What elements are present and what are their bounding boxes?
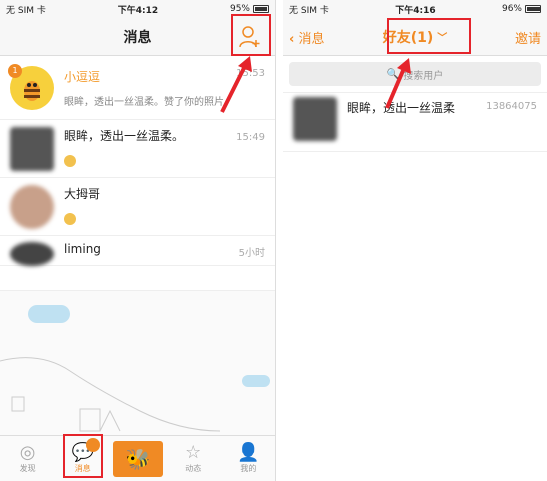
tab-label: 我的: [240, 464, 257, 473]
carrier-label: 无 SIM 卡: [6, 5, 46, 16]
battery-icon: [524, 4, 541, 13]
status-time: 下午4:12: [117, 5, 159, 16]
battery-icon: [252, 4, 269, 13]
tab-label: 动态: [185, 464, 202, 473]
bee-icon: 🐝: [113, 440, 163, 477]
background-illustration: [0, 290, 275, 435]
arrow-annotation: [220, 56, 252, 113]
star-icon: ☆: [185, 442, 202, 463]
tab-moments[interactable]: ☆ 动态: [166, 436, 221, 481]
avatar: [10, 242, 54, 266]
emoji-icon: [64, 210, 275, 229]
status-time: 下午4:16: [395, 5, 436, 16]
friends-screen: 无 SIM 卡 下午4:16 96% ‹ 消息 好友(1) ﹀ 邀请 🔍 搜索用…: [283, 0, 547, 481]
battery-indicator: 95%: [230, 4, 269, 14]
tab-label: 发现: [19, 464, 36, 473]
tab-bar: ◎ 发现 💬 消息 1 🐝 ☆ 动态 👤 我的: [0, 434, 275, 481]
battery-indicator: 96%: [502, 4, 541, 14]
tab-center[interactable]: 🐝: [110, 436, 165, 481]
tab-discover[interactable]: ◎ 发现: [0, 436, 55, 481]
tab-messages[interactable]: 💬 消息 1: [55, 434, 110, 481]
tab-me[interactable]: 👤 我的: [221, 436, 275, 481]
conversation-time: 5小时: [238, 248, 265, 259]
battery-label: 95%: [229, 4, 250, 14]
arrow-annotation: [385, 58, 411, 109]
carrier-label: 无 SIM 卡: [289, 5, 329, 16]
street-sketch: [0, 357, 221, 432]
conversation-item[interactable]: 大拇哥: [0, 178, 275, 236]
avatar: [10, 184, 54, 229]
person-icon: 👤: [237, 442, 260, 463]
conversation-item[interactable]: liming 5小时: [0, 236, 275, 266]
conversation-name: 大拇哥: [64, 186, 101, 201]
battery-label: 96%: [501, 4, 522, 14]
highlight-box: [63, 434, 104, 478]
compass-icon: ◎: [19, 442, 36, 463]
status-bar: 无 SIM 卡 下午4:16 96%: [283, 0, 547, 18]
messages-screen: 无 SIM 卡 下午4:12 95% 消息 1 小逗逗 眼眸，透出一丝温柔。赞了…: [0, 0, 276, 481]
